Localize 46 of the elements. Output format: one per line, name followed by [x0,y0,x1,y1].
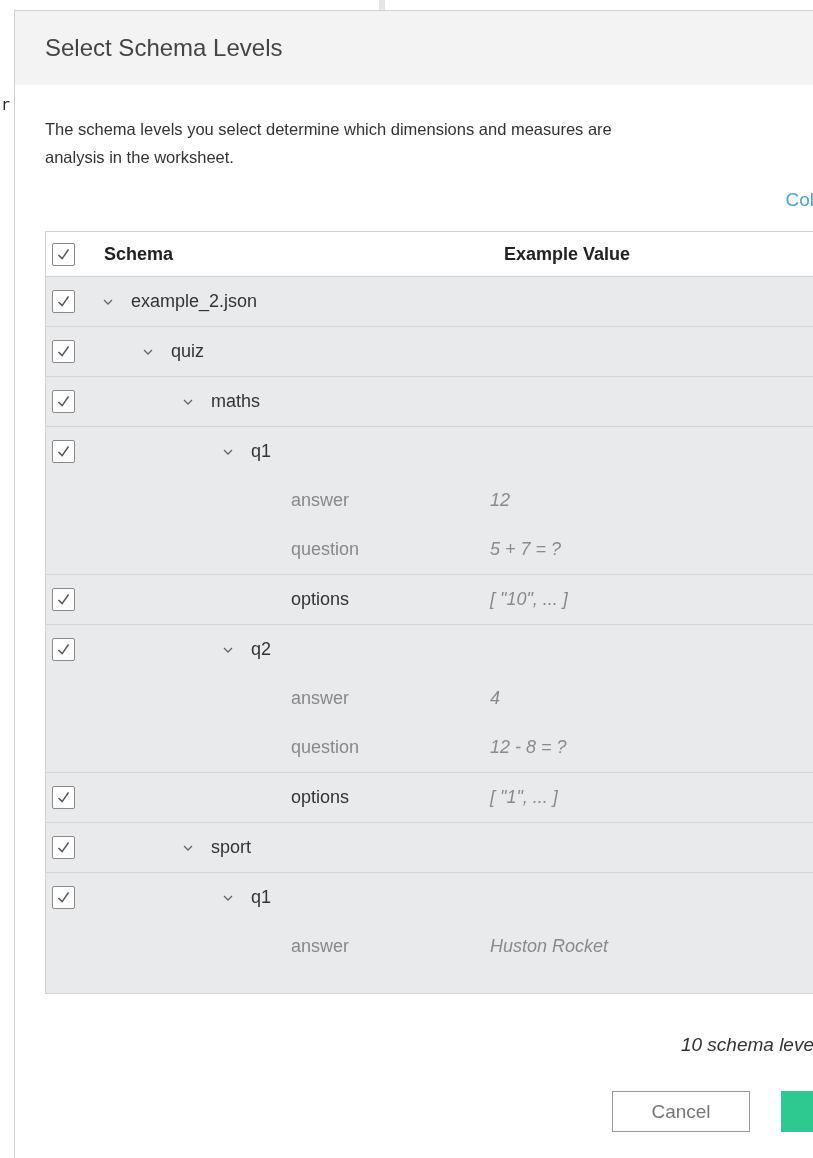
column-header: Example Value [504,243,631,265]
schema-level-name: q1 [251,887,272,908]
dialog-title: Select Schema Levels [45,34,283,62]
cancel-button[interactable]: Cancel [612,1091,750,1132]
row-checkbox[interactable] [52,886,75,909]
row-checkbox[interactable] [52,588,75,611]
select-all-checkbox[interactable] [52,242,75,266]
example-value: [ "1", ... ] [490,787,558,808]
example-value: 12 [490,490,511,511]
row-checkbox[interactable] [52,340,75,363]
field-name: answer [291,936,350,957]
example-value: Huston Rocket [490,936,609,957]
row-checkbox[interactable] [52,638,75,661]
schema-level-name: example_2.json [131,291,258,312]
row-checkbox[interactable] [52,390,75,413]
schema-level-name: q1 [251,441,272,462]
row-checkbox[interactable] [52,440,75,463]
schema-level-name: maths [211,391,261,412]
chevron-icon[interactable] [183,398,193,405]
row-checkbox[interactable] [52,290,75,313]
chevron-icon[interactable] [103,298,113,305]
chevron-icon[interactable] [223,448,233,455]
collapse-link[interactable]: Col [785,189,813,217]
background-text: r [1,96,11,114]
example-value: 4 [490,688,500,709]
field-name: answer [291,688,350,709]
chevron-icon[interactable] [143,348,153,355]
field-name: question [291,539,360,560]
chevron-icon[interactable] [223,646,233,653]
chevron-icon[interactable] [223,894,233,901]
schema-level-name: quiz [171,341,205,362]
row-checkbox[interactable] [52,786,75,809]
description-text: The schema levels you select determine which dimensions and measures are analysis in the worksheet. [45,119,613,168]
example-value: [ "10", ... ] [490,589,568,610]
schema-level-name: options [291,787,350,808]
field-name: answer [291,490,350,511]
schema-level-name: q2 [251,639,272,660]
example-value: 12 - 8 = ? [490,737,567,758]
example-value: 5 + 7 = ? [490,539,562,560]
chevron-icon[interactable] [183,844,193,851]
schema-level-count: 10 schema leve [679,1034,813,1056]
row-checkbox[interactable] [52,836,75,859]
column-header: Schema [104,243,175,265]
schema-level-name: sport [211,837,252,858]
schema-level-name: options [291,589,350,610]
field-name: question [291,737,360,758]
